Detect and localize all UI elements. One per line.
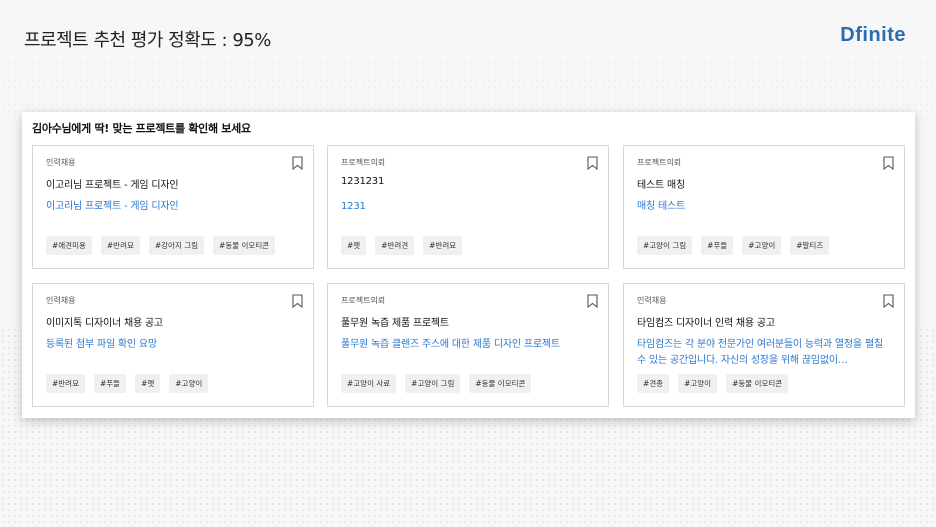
project-card[interactable]: 프로젝트의뢰 1231231 1231 #펫 #반려견 #반려묘 — [327, 145, 609, 269]
tag[interactable]: #애견미용 — [46, 236, 92, 255]
panel-heading: 김아수님에게 딱! 맞는 프로젝트를 확인해 보세요 — [32, 122, 251, 135]
card-tags: #반려묘 #푸들 #펫 #고양이 — [46, 374, 209, 393]
tag[interactable]: #반려묘 — [100, 236, 140, 255]
tag[interactable]: #반려견 — [375, 236, 415, 255]
tag[interactable]: #푸들 — [93, 374, 127, 393]
card-category: 프로젝트의뢰 — [341, 296, 386, 305]
tag[interactable]: #고양이 사료 — [341, 374, 397, 393]
card-tags: #고양이 사료 #고양이 그림 #동물 이모티콘 — [341, 374, 532, 393]
tag[interactable]: #펫 — [135, 374, 161, 393]
tag[interactable]: #강아지 그림 — [148, 236, 205, 255]
card-category: 인력채용 — [46, 296, 76, 305]
bookmark-icon[interactable] — [883, 156, 894, 170]
card-description[interactable]: 등록된 첨부 파일 확인 요망 — [46, 337, 296, 353]
tag[interactable]: #고양이 — [742, 236, 782, 255]
card-title[interactable]: 타임컴즈 디자이너 인력 채용 공고 — [637, 314, 775, 329]
brand-logo: Dfinite — [840, 24, 906, 46]
bookmark-icon[interactable] — [587, 294, 598, 308]
tag[interactable]: #동물 이모티콘 — [213, 236, 276, 255]
card-category: 인력채용 — [46, 158, 76, 167]
card-title[interactable]: 테스트 매칭 — [637, 176, 685, 191]
card-title[interactable]: 이미지톡 디자이너 채용 공고 — [46, 314, 163, 329]
card-title[interactable]: 1231231 — [341, 176, 384, 187]
tag[interactable]: #견종 — [637, 374, 670, 393]
tag[interactable]: #고양이 그림 — [637, 236, 693, 255]
slide-title: 프로젝트 추천 평가 정확도 : 95% — [24, 30, 271, 51]
project-card[interactable]: 인력채용 이미지톡 디자이너 채용 공고 등록된 첨부 파일 확인 요망 #반려… — [32, 283, 314, 407]
tag[interactable]: #고양이 — [678, 374, 718, 393]
card-tags: #애견미용 #반려묘 #강아지 그림 #동물 이모티콘 — [46, 236, 276, 255]
card-category: 프로젝트의뢰 — [341, 158, 386, 167]
project-card[interactable]: 프로젝트의뢰 풀무원 녹즙 제품 프로젝트 풀무원 녹즙 클렌즈 주스에 대한 … — [327, 283, 609, 407]
card-description[interactable]: 이고리님 프로젝트 - 게임 디자인 — [46, 199, 296, 215]
project-card[interactable]: 인력채용 타임컴즈 디자이너 인력 채용 공고 타임컴즈는 각 분야 전문가인 … — [623, 283, 905, 407]
tag[interactable]: #동물 이모티콘 — [726, 374, 789, 393]
tag[interactable]: #반려묘 — [46, 374, 85, 393]
tag[interactable]: #동물 이모티콘 — [469, 374, 532, 393]
card-tags: #견종 #고양이 #동물 이모티콘 — [637, 374, 789, 393]
card-description[interactable]: 타임컴즈는 각 분야 전문가인 여러분들이 능력과 열정을 펼칠 수 있는 공간… — [637, 337, 887, 369]
project-card[interactable]: 인력채용 이고리님 프로젝트 - 게임 디자인 이고리님 프로젝트 - 게임 디… — [32, 145, 314, 269]
background-pattern-top — [0, 60, 936, 120]
card-tags: #펫 #반려견 #반려묘 — [341, 236, 463, 255]
card-title[interactable]: 이고리님 프로젝트 - 게임 디자인 — [46, 176, 179, 191]
tag[interactable]: #고양이 그림 — [405, 374, 461, 393]
project-card[interactable]: 프로젝트의뢰 테스트 매칭 매칭 테스트 #고양이 그림 #푸들 #고양이 #말… — [623, 145, 905, 269]
recommendation-panel: 김아수님에게 딱! 맞는 프로젝트를 확인해 보세요 인력채용 이고리님 프로젝… — [22, 112, 915, 418]
tag[interactable]: #푸들 — [701, 236, 734, 255]
card-description[interactable]: 1231 — [341, 199, 591, 215]
tag[interactable]: #반려묘 — [423, 236, 463, 255]
tag[interactable]: #말티즈 — [790, 236, 830, 255]
card-title[interactable]: 풀무원 녹즙 제품 프로젝트 — [341, 314, 449, 329]
bookmark-icon[interactable] — [587, 156, 598, 170]
tag[interactable]: #펫 — [341, 236, 367, 255]
card-category: 프로젝트의뢰 — [637, 158, 682, 167]
card-description[interactable]: 매칭 테스트 — [637, 199, 887, 215]
tag[interactable]: #고양이 — [169, 374, 209, 393]
bookmark-icon[interactable] — [292, 294, 303, 308]
card-description[interactable]: 풀무원 녹즙 클렌즈 주스에 대한 제품 디자인 프로젝트 — [341, 337, 591, 353]
card-tags: #고양이 그림 #푸들 #고양이 #말티즈 — [637, 236, 830, 255]
bookmark-icon[interactable] — [292, 156, 303, 170]
bookmark-icon[interactable] — [883, 294, 894, 308]
card-category: 인력채용 — [637, 296, 667, 305]
